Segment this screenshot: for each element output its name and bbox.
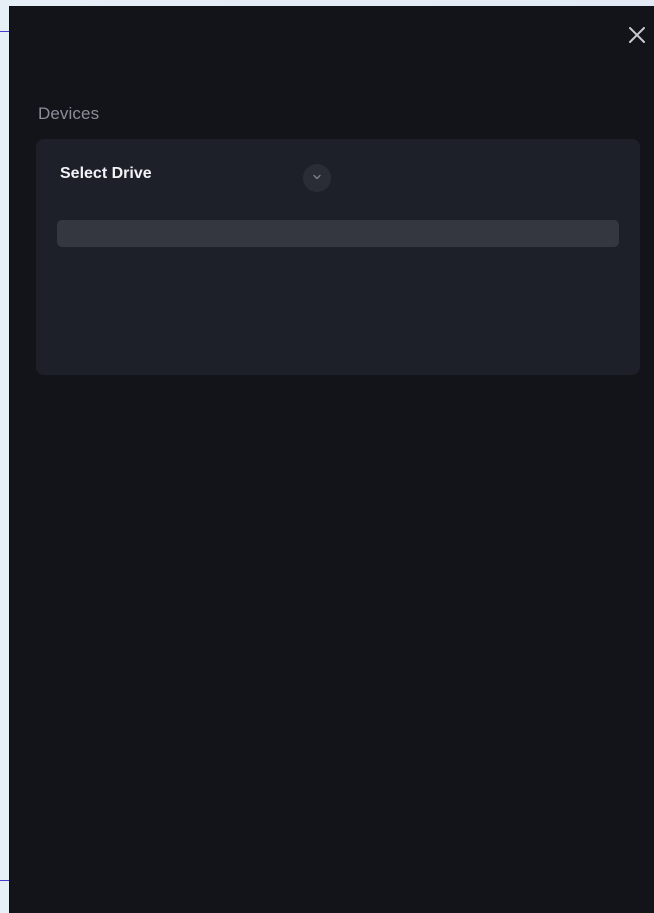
left-edge-marker	[0, 31, 10, 32]
app-window: Devices Select Drive	[0, 0, 654, 913]
select-drive-label: Select Drive	[60, 165, 152, 182]
close-icon	[626, 24, 648, 46]
drive-usage-bar	[57, 220, 619, 247]
section-title: Devices	[38, 104, 100, 123]
drive-card: Select Drive	[36, 139, 640, 375]
left-edge-marker	[0, 880, 10, 881]
chevron-down-icon	[312, 169, 322, 187]
close-button[interactable]	[622, 20, 652, 50]
devices-panel: Devices Select Drive	[10, 6, 654, 913]
drive-dropdown-toggle[interactable]	[303, 164, 331, 192]
